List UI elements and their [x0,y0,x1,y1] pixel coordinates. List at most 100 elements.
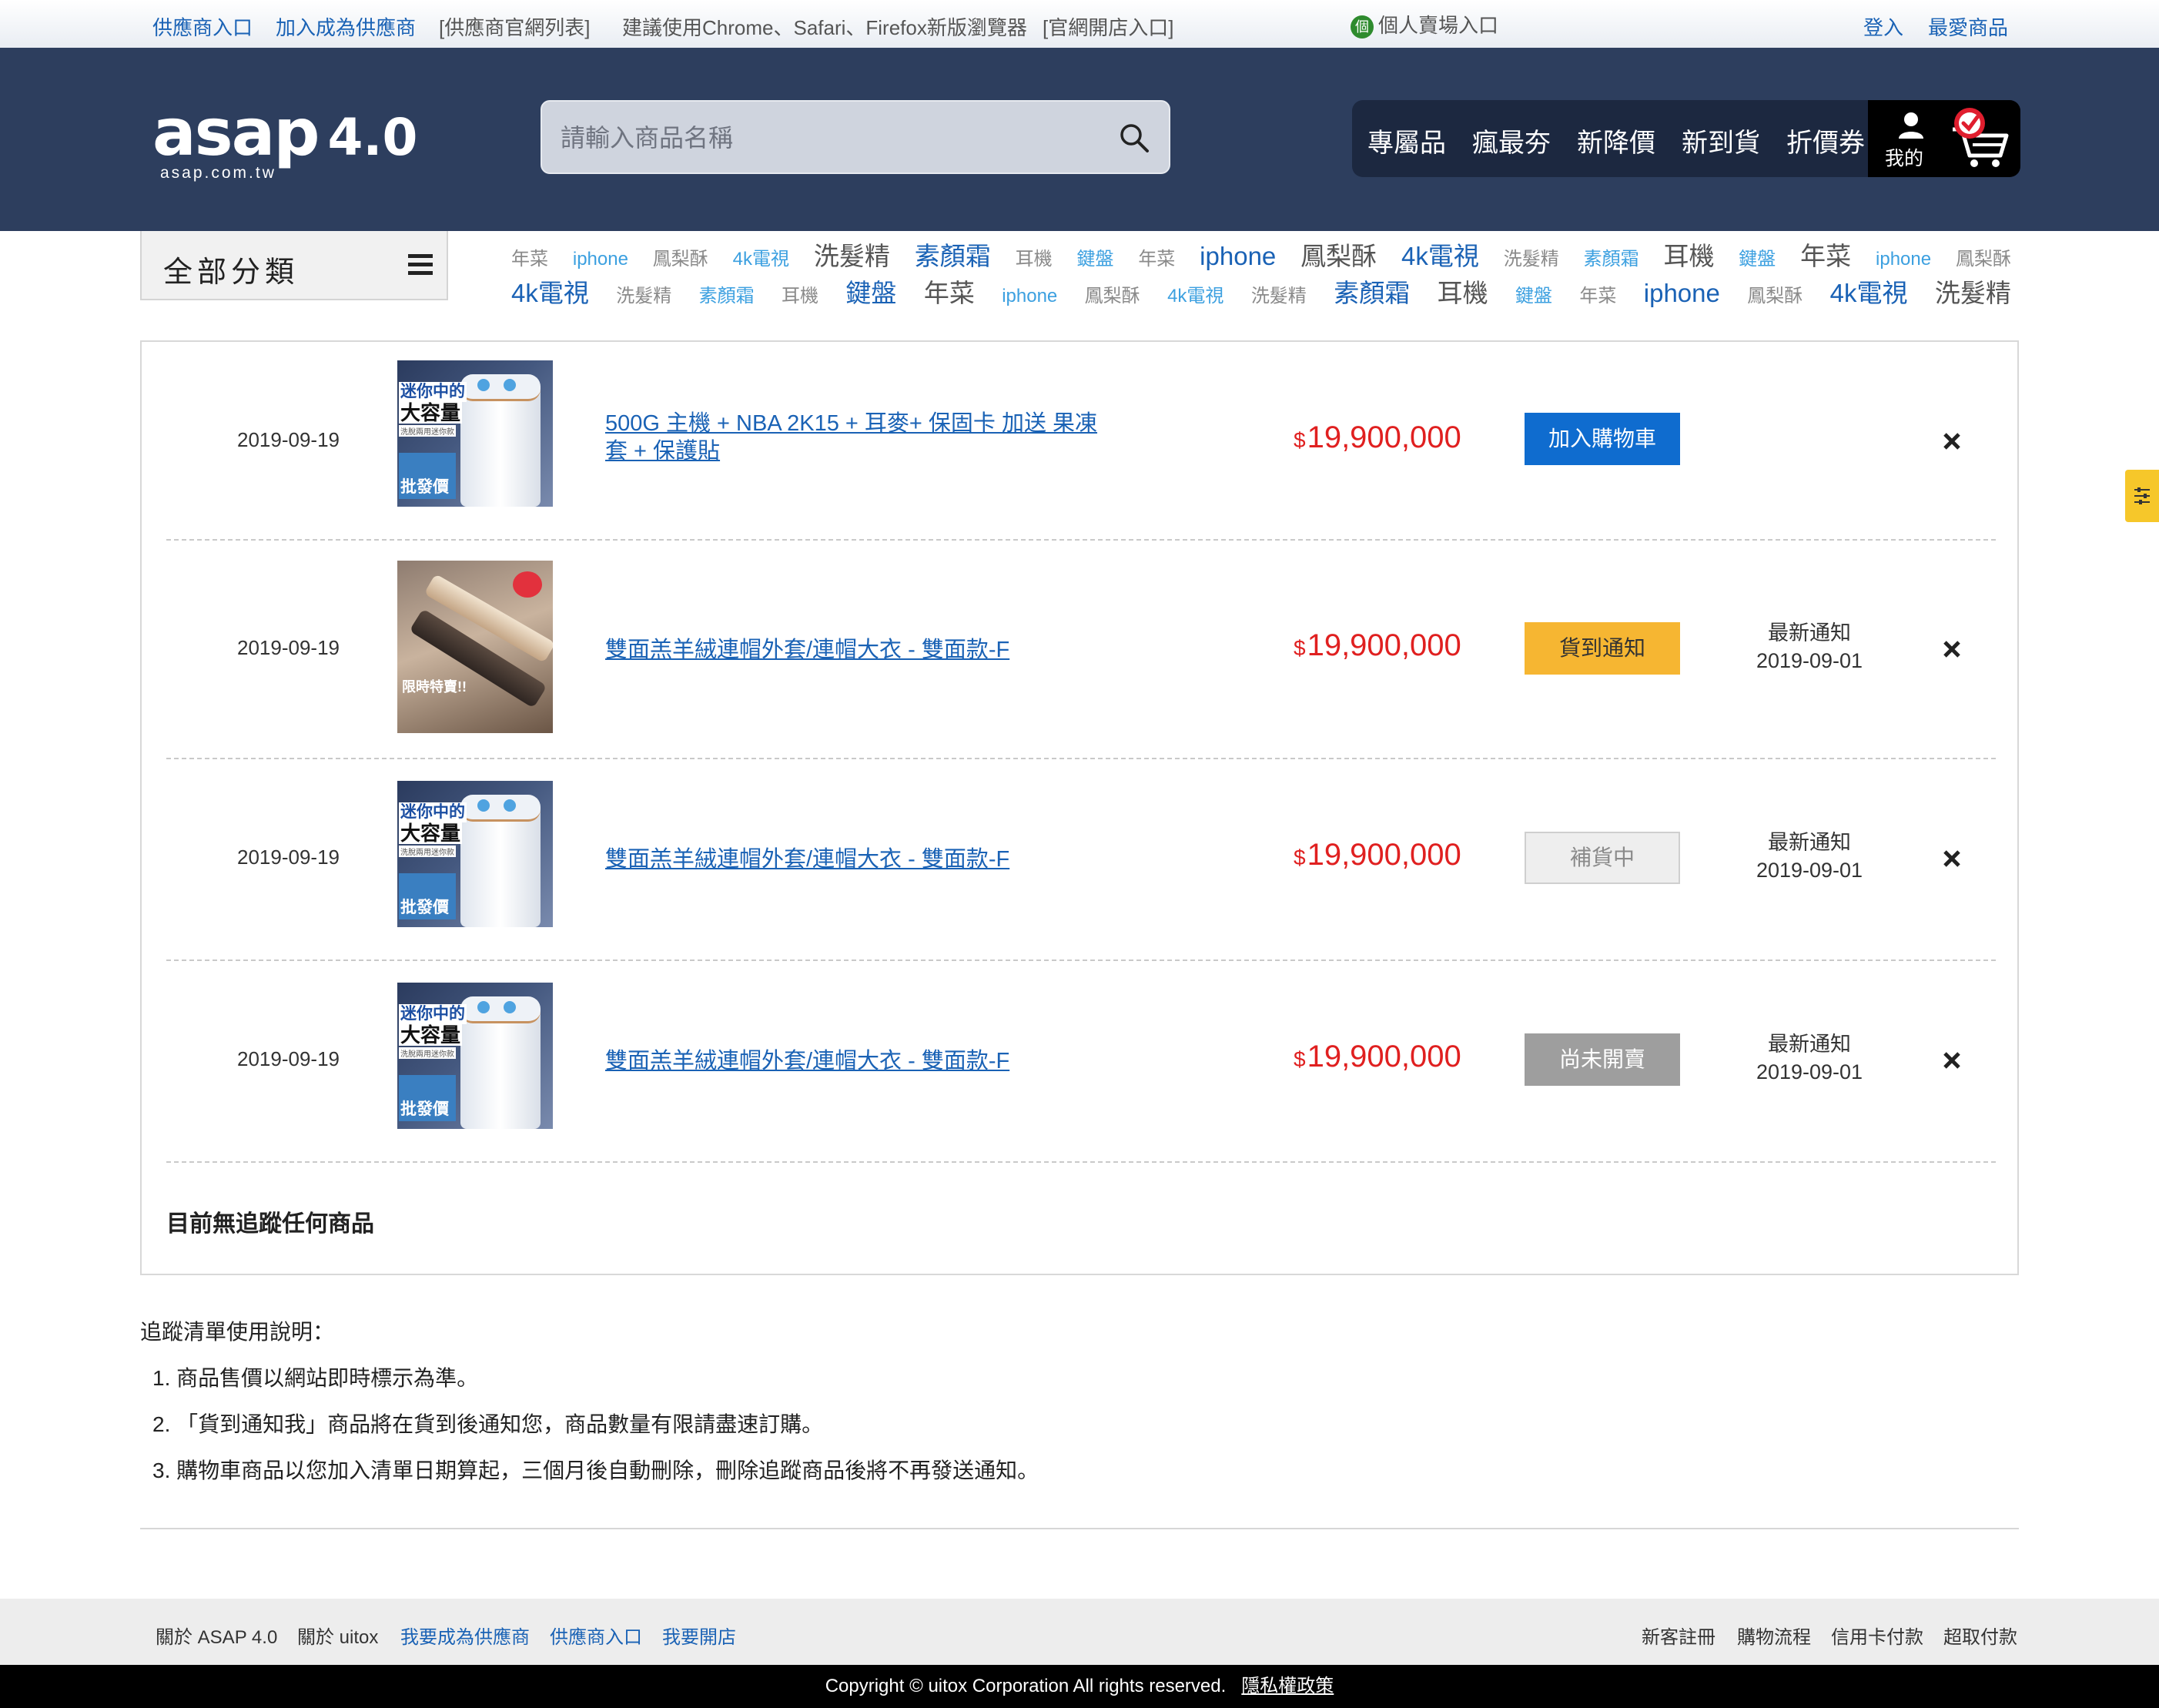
product-thumbnail[interactable]: 限時特賣!! [397,561,553,733]
footer-supplier-entry[interactable]: 供應商入口 [550,1622,642,1649]
tag-link[interactable]: 4k電視 [1830,273,1908,310]
cart-icon[interactable] [1946,106,2013,171]
become-supplier-link[interactable]: 加入成為供應商 [276,12,416,41]
nav-exclusive[interactable]: 專屬品 [1367,122,1446,159]
currency-symbol: $ [1294,1047,1306,1071]
footer-register[interactable]: 新客註冊 [1642,1622,1715,1649]
hot-tags-row-1: 年菜 iphone 鳳梨酥 4k電視 洗髮精 素顏霜 耳機 鍵盤 年菜 ipho… [511,236,2011,273]
tag-link[interactable]: 鍵盤 [1076,243,1113,270]
product-title-link[interactable]: 雙面羔羊絨連帽外套/連帽大衣 - 雙面款-F [605,636,1144,664]
nav-hot[interactable]: 瘋最夯 [1472,122,1551,159]
tag-link[interactable]: 年菜 [1579,280,1616,307]
footer-become-supplier[interactable]: 我要成為供應商 [400,1622,530,1649]
tag-link[interactable]: 年菜 [924,273,975,310]
store-opening-link[interactable]: [官網開店入口] [1043,12,1173,41]
tag-link[interactable]: 洗髮精 [1935,273,2011,310]
all-categories-button[interactable]: 全部分類 [140,231,448,300]
latest-notice: 最新通知 2019-09-01 [1732,619,1886,675]
search-input[interactable] [559,102,1086,174]
instruction-line: 1. 商品售價以網站即時標示為準。 [152,1366,479,1390]
tag-link[interactable]: 鳳梨酥 [1300,236,1377,273]
product-title-link[interactable]: 雙面羔羊絨連帽外套/連帽大衣 - 雙面款-F [605,1047,1144,1075]
logo-version: 4.0 [327,108,418,167]
logo-text: asap [152,95,320,170]
login-link[interactable]: 登入 [1863,12,1903,41]
product-price: $19,900,000 [1294,1040,1461,1074]
close-icon[interactable] [1940,638,1963,661]
nav-price-drop[interactable]: 新降價 [1577,122,1655,159]
site-footer: 關於 ASAP 4.0 關於 uitox 我要成為供應商 供應商入口 我要開店 … [0,1599,2159,1665]
footer-credit-card[interactable]: 信用卡付款 [1831,1622,1923,1649]
privacy-policy-link[interactable]: 隱私權政策 [1241,1676,1334,1696]
nav-coupons[interactable]: 折價券 [1786,122,1865,159]
copyright-text: Copyright © uitox Corporation All rights… [825,1676,1227,1696]
close-icon[interactable] [1940,430,1963,453]
tag-link[interactable]: 鍵盤 [1739,243,1776,270]
hot-tags-row-2: 4k電視 洗髮精 素顏霜 耳機 鍵盤 年菜 iphone 鳳梨酥 4k電視 洗髮… [511,273,2011,310]
tag-link[interactable]: 鳳梨酥 [653,243,708,270]
tag-link[interactable]: 年菜 [1800,236,1851,273]
tag-link[interactable]: 耳機 [1438,273,1488,310]
restocking-button[interactable]: 補貨中 [1525,832,1680,884]
instruction-line: 2. 「貨到通知我」商品將在貨到後通知您，商品數量有限請盡速訂購。 [152,1412,824,1436]
product-thumbnail[interactable]: 迷你中的 大容量 洗脫兩用迷你款 批發價 [397,983,553,1137]
logo-mark: asap 4.0 [152,100,418,169]
footer-about-asap[interactable]: 關於 ASAP 4.0 [156,1622,277,1649]
tag-link[interactable]: 素顏霜 [1584,243,1639,270]
footer-about-uitox[interactable]: 關於 uitox [297,1622,378,1649]
supplier-entry-link[interactable]: 供應商入口 [152,12,253,41]
add-to-cart-button[interactable]: 加入購物車 [1525,413,1680,465]
tag-link[interactable]: 年菜 [511,243,548,270]
tag-link[interactable]: 素顏霜 [915,236,991,273]
search-bar [541,100,1170,174]
tag-link[interactable]: 洗髮精 [616,280,671,307]
tag-link[interactable]: 鍵盤 [1515,280,1552,307]
close-icon[interactable] [1940,847,1963,870]
footer-store-pickup[interactable]: 超取付款 [1943,1622,2017,1649]
tag-link[interactable]: 洗髮精 [1251,280,1307,307]
tag-link[interactable]: 4k電視 [1167,280,1223,307]
tag-link[interactable]: 耳機 [1663,236,1714,273]
notice-date: 2019-09-01 [1756,649,1863,672]
not-yet-on-sale-button[interactable]: 尚未開賣 [1525,1033,1680,1086]
tag-link[interactable]: iphone [1876,249,1931,270]
tag-link[interactable]: 素顏霜 [699,280,755,307]
tag-link[interactable]: 年菜 [1138,243,1175,270]
latest-notice: 最新通知 2019-09-01 [1732,1030,1886,1086]
tag-link[interactable]: 4k電視 [733,243,789,270]
tag-link[interactable]: 鳳梨酥 [1956,243,2011,270]
price-value: 19,900,000 [1307,838,1461,872]
close-icon[interactable] [1940,1049,1963,1072]
nav-new-arrivals[interactable]: 新到貨 [1682,122,1760,159]
currency-symbol: $ [1294,428,1306,452]
tag-link[interactable]: iphone [1002,286,1057,307]
footer-shopping-flow[interactable]: 購物流程 [1737,1622,1811,1649]
personal-store-link[interactable]: 個個人賣場入口 [1351,10,1498,39]
tag-link[interactable]: 耳機 [782,280,818,307]
notice-label: 最新通知 [1768,1033,1851,1056]
product-title-link[interactable]: 500G 主機 + NBA 2K15 + 耳麥+ 保固卡 加送 果凍套 + 保護… [605,410,1113,465]
supplier-sites-link[interactable]: [供應商官網列表] [439,12,590,41]
tag-link[interactable]: 洗髮精 [1504,243,1559,270]
tag-link[interactable]: 鳳梨酥 [1747,280,1803,307]
footer-open-store[interactable]: 我要開店 [662,1622,736,1649]
tag-link[interactable]: 4k電視 [1401,236,1479,273]
tag-link[interactable]: 素顏霜 [1334,273,1410,310]
tag-link[interactable]: 洗髮精 [814,236,890,273]
notify-on-arrival-button[interactable]: 貨到通知 [1525,622,1680,675]
tag-link[interactable]: iphone [1644,279,1720,308]
product-thumbnail[interactable]: 迷你中的 大容量 洗脫兩用迷你款 批發價 [397,781,553,935]
tag-link[interactable]: 鍵盤 [845,273,896,310]
search-icon[interactable] [1118,122,1150,154]
side-filter-tab[interactable] [2125,470,2159,522]
product-thumbnail[interactable]: 迷你中的 大容量 洗脫兩用迷你款 批發價 [397,360,553,514]
site-logo[interactable]: asap 4.0 asap.com.tw [152,100,418,183]
product-title-link[interactable]: 雙面羔羊絨連帽外套/連帽大衣 - 雙面款-F [605,846,1144,873]
tag-link[interactable]: 耳機 [1016,243,1053,270]
tag-link[interactable]: iphone [1200,242,1276,271]
account-cart-box: 我的 [1868,100,2020,177]
favorites-link[interactable]: 最愛商品 [1928,12,2008,41]
tag-link[interactable]: 4k電視 [511,273,589,310]
tag-link[interactable]: iphone [573,249,628,270]
tag-link[interactable]: 鳳梨酥 [1085,280,1140,307]
